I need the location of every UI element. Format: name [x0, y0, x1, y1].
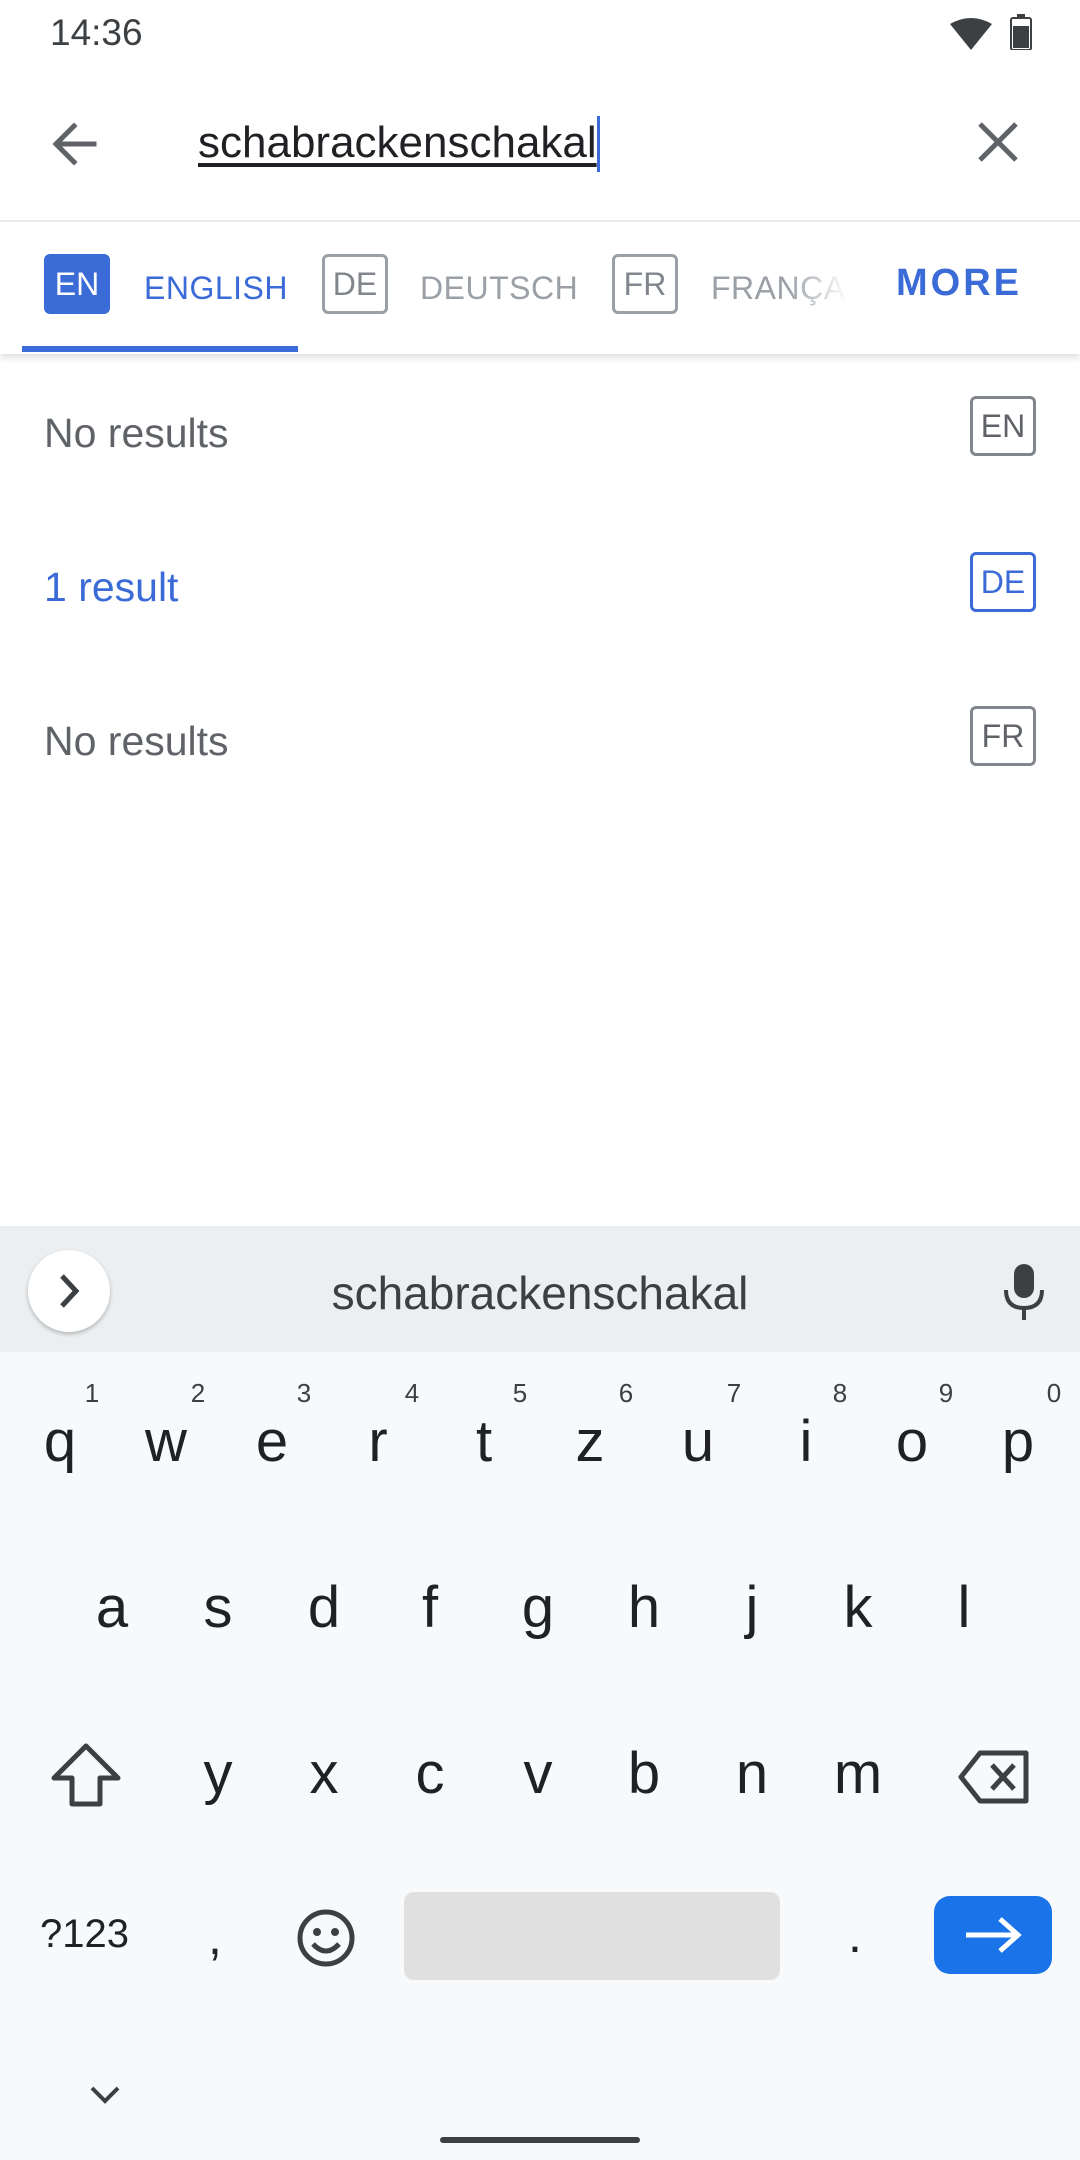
key-hint: 0: [1046, 1378, 1062, 1408]
key-z[interactable]: z: [540, 1408, 640, 1475]
battery-icon: [1010, 14, 1032, 50]
key-c[interactable]: c: [380, 1740, 480, 1807]
chevron-down-icon[interactable]: [88, 2082, 122, 2106]
key-f[interactable]: f: [380, 1574, 480, 1641]
key-m[interactable]: m: [808, 1740, 908, 1807]
active-tab-indicator: [22, 346, 298, 352]
key-x[interactable]: x: [274, 1740, 374, 1807]
arrow-right-icon: [966, 1917, 1022, 1953]
key-j[interactable]: j: [702, 1574, 802, 1641]
key-t[interactable]: t: [434, 1408, 534, 1475]
key-hint: 1: [84, 1378, 100, 1408]
period-key[interactable]: .: [848, 1906, 862, 1964]
key-s[interactable]: s: [168, 1574, 268, 1641]
key-q[interactable]: q: [10, 1408, 110, 1475]
symbols-key[interactable]: ?123: [40, 1912, 129, 1957]
key-hint: 8: [832, 1378, 848, 1408]
language-badge-en: EN: [970, 396, 1036, 456]
key-a[interactable]: a: [62, 1574, 162, 1641]
key-d[interactable]: d: [274, 1574, 374, 1641]
status-time: 14:36: [50, 12, 143, 53]
comma-key[interactable]: ,: [208, 1908, 222, 1966]
key-g[interactable]: g: [488, 1574, 588, 1641]
key-w[interactable]: w: [116, 1408, 216, 1475]
enter-button[interactable]: [934, 1896, 1052, 1974]
tab-fade: [788, 260, 848, 320]
more-button[interactable]: MORE: [896, 262, 1022, 305]
search-input[interactable]: schabrackenschakal: [198, 118, 597, 168]
key-hint: 9: [938, 1378, 954, 1408]
language-badge-de: DE: [970, 552, 1036, 612]
result-row-en[interactable]: No results EN: [0, 356, 1080, 506]
key-o[interactable]: o: [862, 1408, 962, 1475]
tab-label-english: ENGLISH: [144, 270, 288, 306]
result-row-fr[interactable]: No results FR: [0, 664, 1080, 814]
back-arrow-icon[interactable]: [44, 112, 108, 176]
backspace-icon[interactable]: [958, 1750, 1030, 1804]
language-badge-en: EN: [44, 254, 110, 314]
key-l[interactable]: l: [914, 1574, 1014, 1641]
suggestion-word[interactable]: schabrackenschakal: [0, 1266, 1080, 1320]
result-text: No results: [44, 410, 229, 456]
key-u[interactable]: u: [648, 1408, 748, 1475]
text-caret: [597, 116, 600, 172]
key-hint: 3: [296, 1378, 312, 1408]
space-bar[interactable]: [404, 1892, 780, 1980]
key-i[interactable]: i: [756, 1408, 856, 1475]
tab-label-deutsch: DEUTSCH: [420, 270, 579, 306]
key-n[interactable]: n: [702, 1740, 802, 1807]
key-hint: 2: [190, 1378, 206, 1408]
key-hint: 7: [726, 1378, 742, 1408]
result-text: No results: [44, 718, 229, 764]
wifi-icon: [950, 18, 992, 50]
key-e[interactable]: e: [222, 1408, 322, 1475]
shift-icon[interactable]: [50, 1742, 122, 1808]
close-icon[interactable]: [968, 112, 1028, 172]
emoji-icon[interactable]: [296, 1908, 356, 1968]
microphone-icon[interactable]: [1000, 1262, 1048, 1322]
key-hint: 6: [618, 1378, 634, 1408]
key-hint: 4: [404, 1378, 420, 1408]
key-area: 1 2 3 4 5 6 7 8 9 0 q w e r t z u i o p …: [0, 1352, 1080, 2160]
language-badge-fr: FR: [612, 254, 678, 314]
key-h[interactable]: h: [594, 1574, 694, 1641]
status-bar: 14:36: [0, 0, 1080, 70]
language-badge-fr: FR: [970, 706, 1036, 766]
key-y[interactable]: y: [168, 1740, 268, 1807]
key-b[interactable]: b: [594, 1740, 694, 1807]
key-hint: 5: [512, 1378, 528, 1408]
key-r[interactable]: r: [328, 1408, 428, 1475]
language-badge-de: DE: [322, 254, 388, 314]
key-p[interactable]: p: [968, 1408, 1068, 1475]
result-row-de[interactable]: 1 result DE: [0, 510, 1080, 660]
home-indicator[interactable]: [440, 2137, 640, 2143]
key-k[interactable]: k: [808, 1574, 908, 1641]
key-v[interactable]: v: [488, 1740, 588, 1807]
result-text: 1 result: [44, 564, 179, 610]
